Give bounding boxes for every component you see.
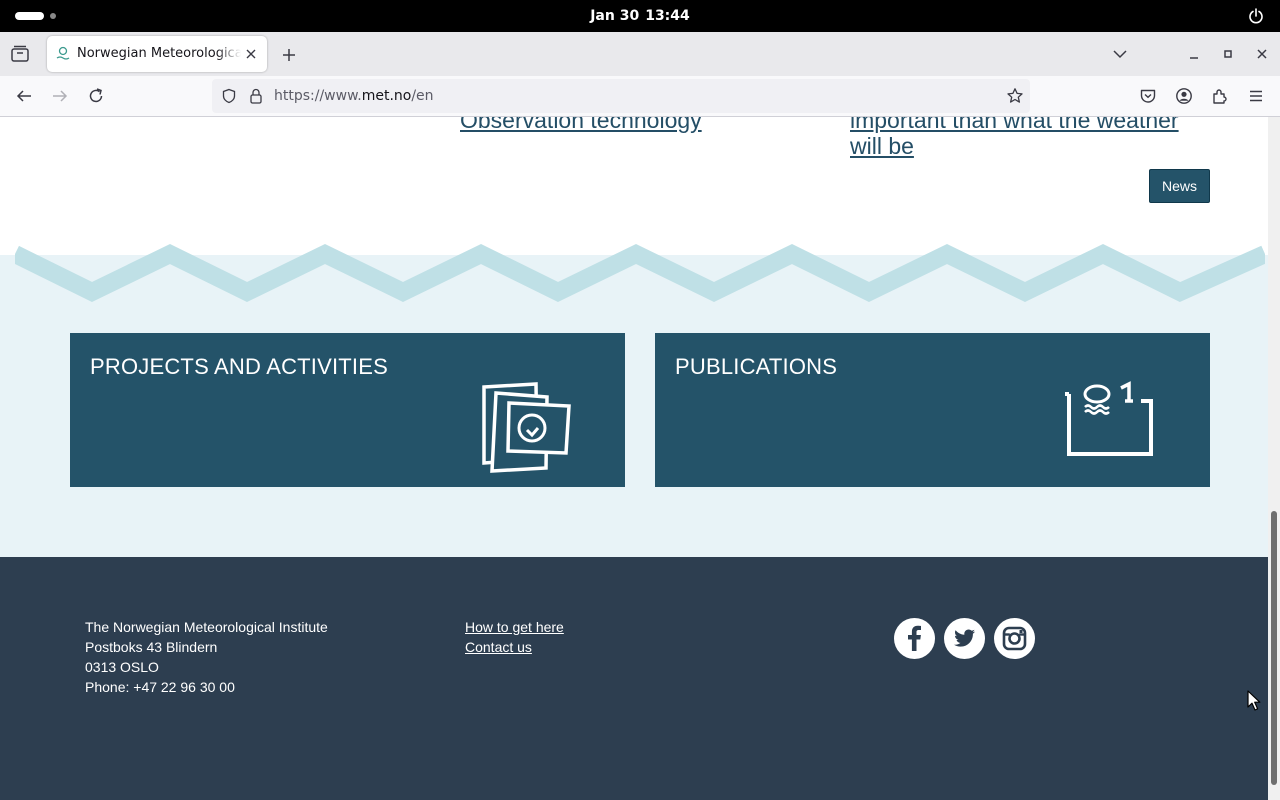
system-clock[interactable]: Jan 30 13:44 [0,0,1280,32]
news-link-line: Observation technology [460,117,702,133]
power-icon[interactable] [1248,8,1264,24]
tab-title: Norwegian Meteorological Institute [77,46,241,61]
pocket-icon[interactable] [1139,87,1157,105]
system-top-bar: Jan 30 13:44 [0,0,1280,32]
extensions-icon[interactable] [1211,87,1229,105]
minimize-icon[interactable] [1186,46,1202,62]
active-tab[interactable]: Norwegian Meteorological Institute [47,36,267,72]
news-link-line: important than what the weather [850,117,1179,133]
footer-postbox: Postboks 43 Blindern [85,639,218,655]
publication-tray-icon [1065,381,1153,456]
contact-us-link[interactable]: Contact us [465,637,564,657]
page-content: Observation technology important than wh… [0,117,1268,800]
menu-icon[interactable] [1247,87,1265,105]
clock-date: Jan 30 [590,8,640,24]
projects-card[interactable]: PROJECTS AND ACTIVITIES [70,333,625,487]
footer-postal: 0313 OSLO [85,659,159,675]
footer-org: The Norwegian Meteorological Institute [85,619,328,635]
account-icon[interactable] [1175,87,1193,105]
twitter-icon[interactable] [944,618,985,659]
met-favicon-icon [56,46,70,60]
news-link-weather[interactable]: important than what the weather will be [850,117,1210,159]
documents-icon [482,382,571,473]
browser-tab-bar: Norwegian Meteorological Institute [0,32,1280,76]
shield-icon[interactable] [221,88,237,104]
page-scrollbar[interactable] [1268,117,1280,800]
star-icon[interactable] [1006,87,1024,105]
how-to-get-here-link[interactable]: How to get here [465,617,564,637]
footer-address: The Norwegian Meteorological Institute P… [85,617,328,697]
close-window-icon[interactable] [1254,46,1270,62]
projects-card-title: PROJECTS AND ACTIVITIES [90,354,388,379]
browser-nav-bar: https://www.met.no/en [0,76,1280,117]
zigzag-divider [15,243,1265,303]
publications-card[interactable]: PUBLICATIONS [655,333,1210,487]
news-button[interactable]: News [1149,169,1210,203]
tab-overview-icon[interactable] [10,44,30,64]
url-prefix: https://www. [274,88,362,104]
scrollbar-thumb[interactable] [1271,511,1277,785]
footer-phone[interactable]: Phone: +47 22 96 30 00 [85,677,328,697]
forward-arrow-icon[interactable] [51,87,69,105]
site-footer: The Norwegian Meteorological Institute P… [0,557,1268,800]
close-icon[interactable] [243,46,259,62]
url-text: https://www.met.no/en [274,88,434,104]
mouse-cursor-icon [1247,690,1261,711]
facebook-icon[interactable] [894,618,935,659]
news-link-observation[interactable]: Observation technology [460,117,702,133]
back-arrow-icon[interactable] [15,87,33,105]
chevron-down-icon[interactable] [1112,46,1128,62]
news-link-line: will be [850,133,914,159]
reload-icon[interactable] [87,87,105,105]
url-host: met.no [361,88,412,104]
maximize-icon[interactable] [1220,46,1236,62]
url-bar[interactable]: https://www.met.no/en [212,79,1030,113]
footer-links: How to get here Contact us [465,617,564,657]
url-path: /en [411,88,434,104]
plus-icon[interactable] [280,46,298,64]
instagram-icon[interactable] [994,618,1035,659]
publications-card-title: PUBLICATIONS [675,354,838,379]
clock-time: 13:44 [645,8,690,24]
lock-icon[interactable] [249,88,263,104]
